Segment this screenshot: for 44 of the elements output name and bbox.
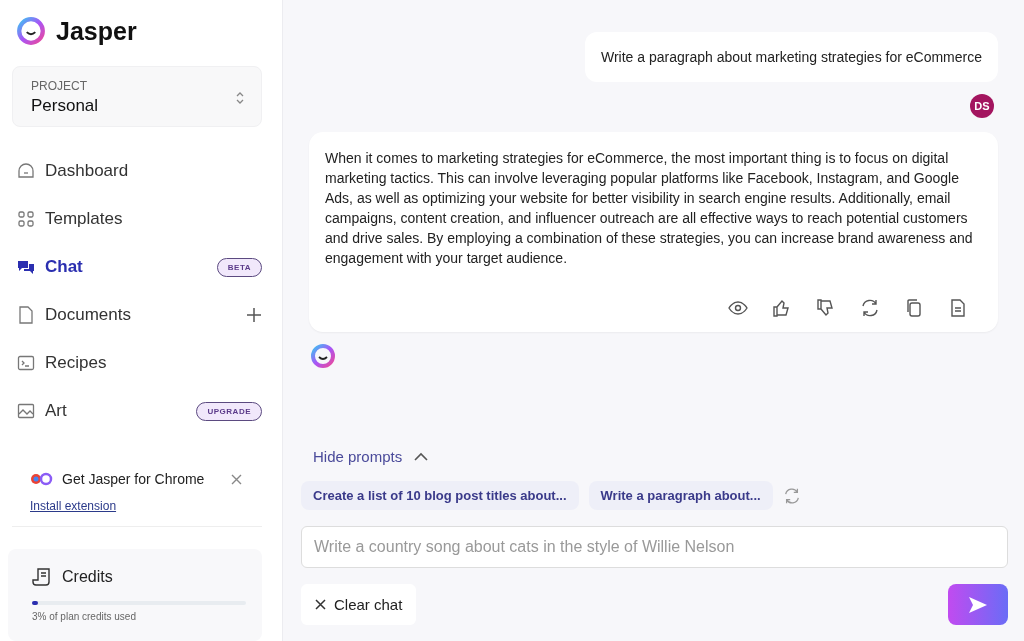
nav-badge: UPGRADE — [196, 401, 262, 421]
promo-title: Get Jasper for Chrome — [62, 471, 206, 487]
credits-caption: 3% of plan credits used — [32, 611, 137, 622]
document-icon[interactable] — [948, 298, 968, 318]
doc-icon — [17, 306, 35, 324]
chat-icon — [17, 258, 35, 276]
close-icon[interactable] — [231, 473, 242, 485]
nav-badge: BETA — [216, 257, 262, 277]
copy-icon[interactable] — [904, 298, 924, 318]
user-message: Write a paragraph about marketing strategies for eCommerce — [584, 32, 998, 82]
thumbs-up-icon[interactable] — [772, 298, 792, 318]
nav-item[interactable]: Documents — [17, 305, 131, 325]
hide-prompts-toggle[interactable]: Hide prompts — [301, 448, 429, 465]
home-icon — [17, 162, 35, 180]
project-selector[interactable]: PROJECT Personal — [12, 66, 262, 127]
grid-icon — [17, 210, 35, 228]
jasper-logo-icon — [309, 342, 337, 370]
nav-item[interactable]: Dashboard — [17, 161, 129, 181]
nav-item[interactable]: Recipes — [17, 353, 107, 373]
send-button[interactable] — [948, 584, 1008, 625]
nav-item[interactable]: Templates — [17, 209, 123, 229]
refresh-icon[interactable] — [860, 298, 880, 318]
thumbs-down-icon[interactable] — [816, 298, 836, 318]
terminal-icon — [17, 354, 35, 372]
ai-message-text: When it comes to marketing strategies for eCommerce, the most important thing is to focus on digital marketing tactics. This can involve leveraging popular platforms like Facebook, Instagram, and Google Ads, as well as optimizing your website for better visibility in search engine results. Additionally, email campaigns, content creation, and influencer outreach are all effective ways to reach potential customers and drive sales. By employing a combination of these strategies, you can increase brand awareness and engagement with your target audience. — [325, 149, 974, 268]
chevron-icon — [414, 451, 429, 462]
logo-icon — [16, 16, 46, 46]
prompt-suggestion[interactable]: Write a paragraph about... — [588, 481, 773, 510]
eye-icon[interactable] — [728, 298, 748, 318]
install-extension-link[interactable]: Install extension — [30, 499, 117, 513]
close-icon — [315, 599, 326, 610]
chrome-extension-icon — [30, 472, 54, 486]
image-icon — [17, 402, 35, 420]
clear-chat-button[interactable]: Clear chat — [301, 584, 417, 625]
user-avatar: DS — [970, 94, 994, 118]
chat-input-field[interactable]: Write a country song about cats in the style of Willie Nelson — [301, 526, 1008, 568]
nav-item[interactable]: Chat — [17, 257, 83, 277]
credits-title: Credits — [62, 568, 113, 586]
plus-icon[interactable] — [246, 307, 262, 323]
nav-item[interactable]: Art — [17, 401, 67, 421]
brand-name: Jasper — [56, 16, 137, 46]
send-icon — [968, 595, 988, 614]
receipt-icon — [32, 567, 52, 587]
prompt-suggestion[interactable]: Create a list of 10 blog post titles about... — [301, 481, 579, 510]
